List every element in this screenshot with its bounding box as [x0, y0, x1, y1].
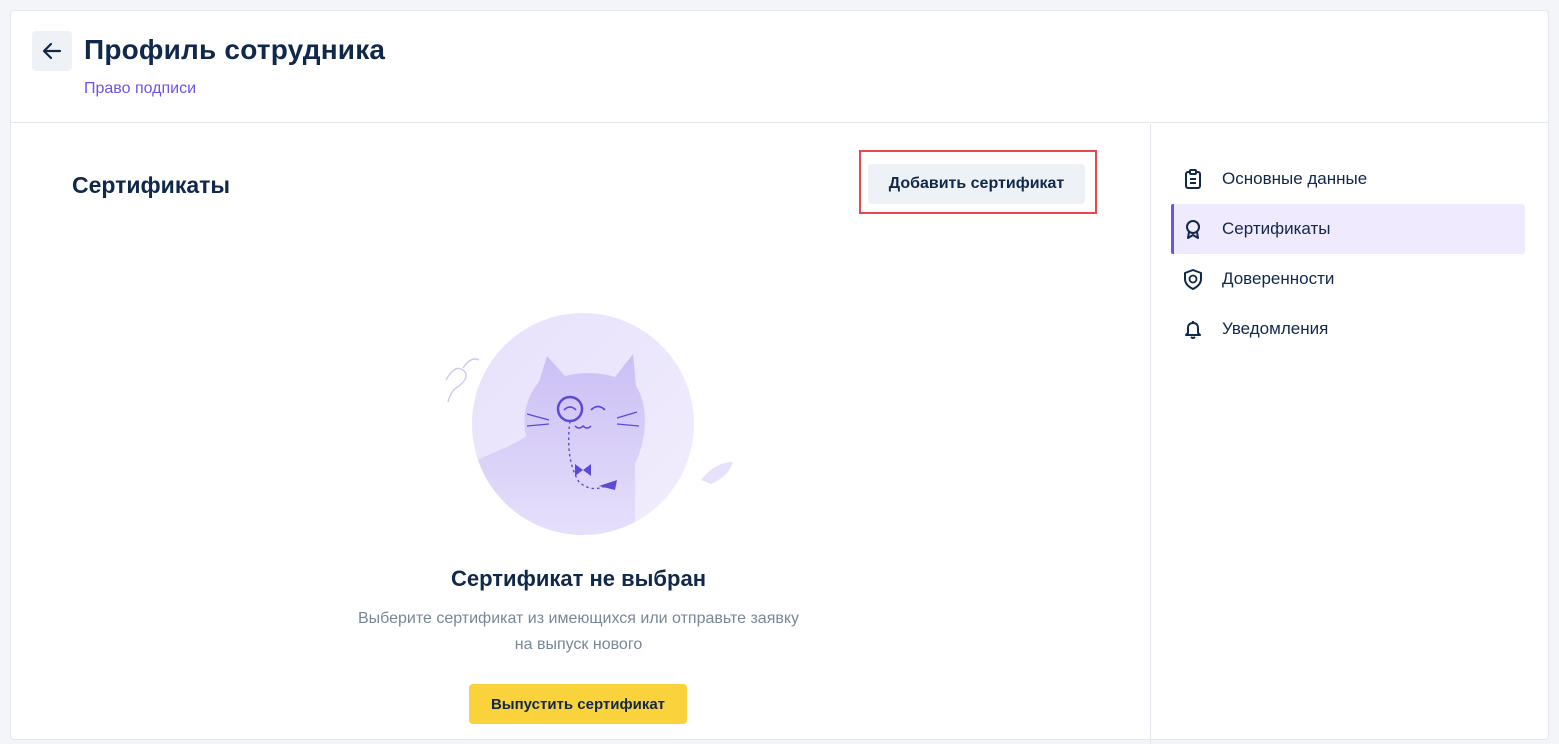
sidebar-nav: Основные данные Сертификаты Доверенности — [1150, 124, 1550, 744]
award-icon — [1181, 217, 1205, 241]
arrow-left-icon — [42, 42, 62, 60]
breadcrumb-link[interactable]: Право подписи — [84, 80, 196, 98]
section-title: Сертификаты — [72, 172, 231, 198]
empty-state-description: Выберите сертификат из имеющихся или отп… — [11, 606, 1146, 658]
sidebar-item-notifications[interactable]: Уведомления — [1171, 304, 1525, 354]
empty-state-description-line1: Выберите сертификат из имеющихся или отп… — [357, 610, 800, 627]
empty-state-title: Сертификат не выбран — [451, 566, 706, 591]
page-header: Профиль сотрудника Право подписи — [11, 11, 1548, 123]
sidebar-item-powers-of-attorney[interactable]: Доверенности — [1171, 254, 1525, 304]
shield-icon — [1181, 267, 1205, 291]
add-certificate-button[interactable]: Добавить сертификат — [868, 164, 1085, 204]
sidebar-item-label: Сертификаты — [1222, 219, 1331, 238]
sidebar-item-certificates[interactable]: Сертификаты — [1171, 204, 1525, 254]
sidebar-item-label: Уведомления — [1222, 319, 1329, 338]
empty-state-description-line2: на выпуск нового — [514, 636, 643, 653]
page-title: Профиль сотрудника — [84, 34, 386, 65]
sidebar-item-label: Доверенности — [1222, 269, 1335, 288]
issue-certificate-button[interactable]: Выпустить сертификат — [469, 684, 687, 724]
sidebar-item-label: Основные данные — [1222, 169, 1368, 188]
empty-state-illustration — [421, 294, 741, 544]
main-content: Сертификаты Добавить сертификат Сертифик… — [11, 124, 1150, 744]
bell-icon — [1181, 317, 1205, 341]
sidebar-item-main-data[interactable]: Основные данные — [1171, 154, 1525, 204]
profile-card: Профиль сотрудника Право подписи Сертифи… — [10, 10, 1549, 744]
clipboard-icon — [1181, 167, 1205, 191]
cat-illustration — [445, 313, 733, 535]
back-button[interactable] — [32, 31, 72, 71]
